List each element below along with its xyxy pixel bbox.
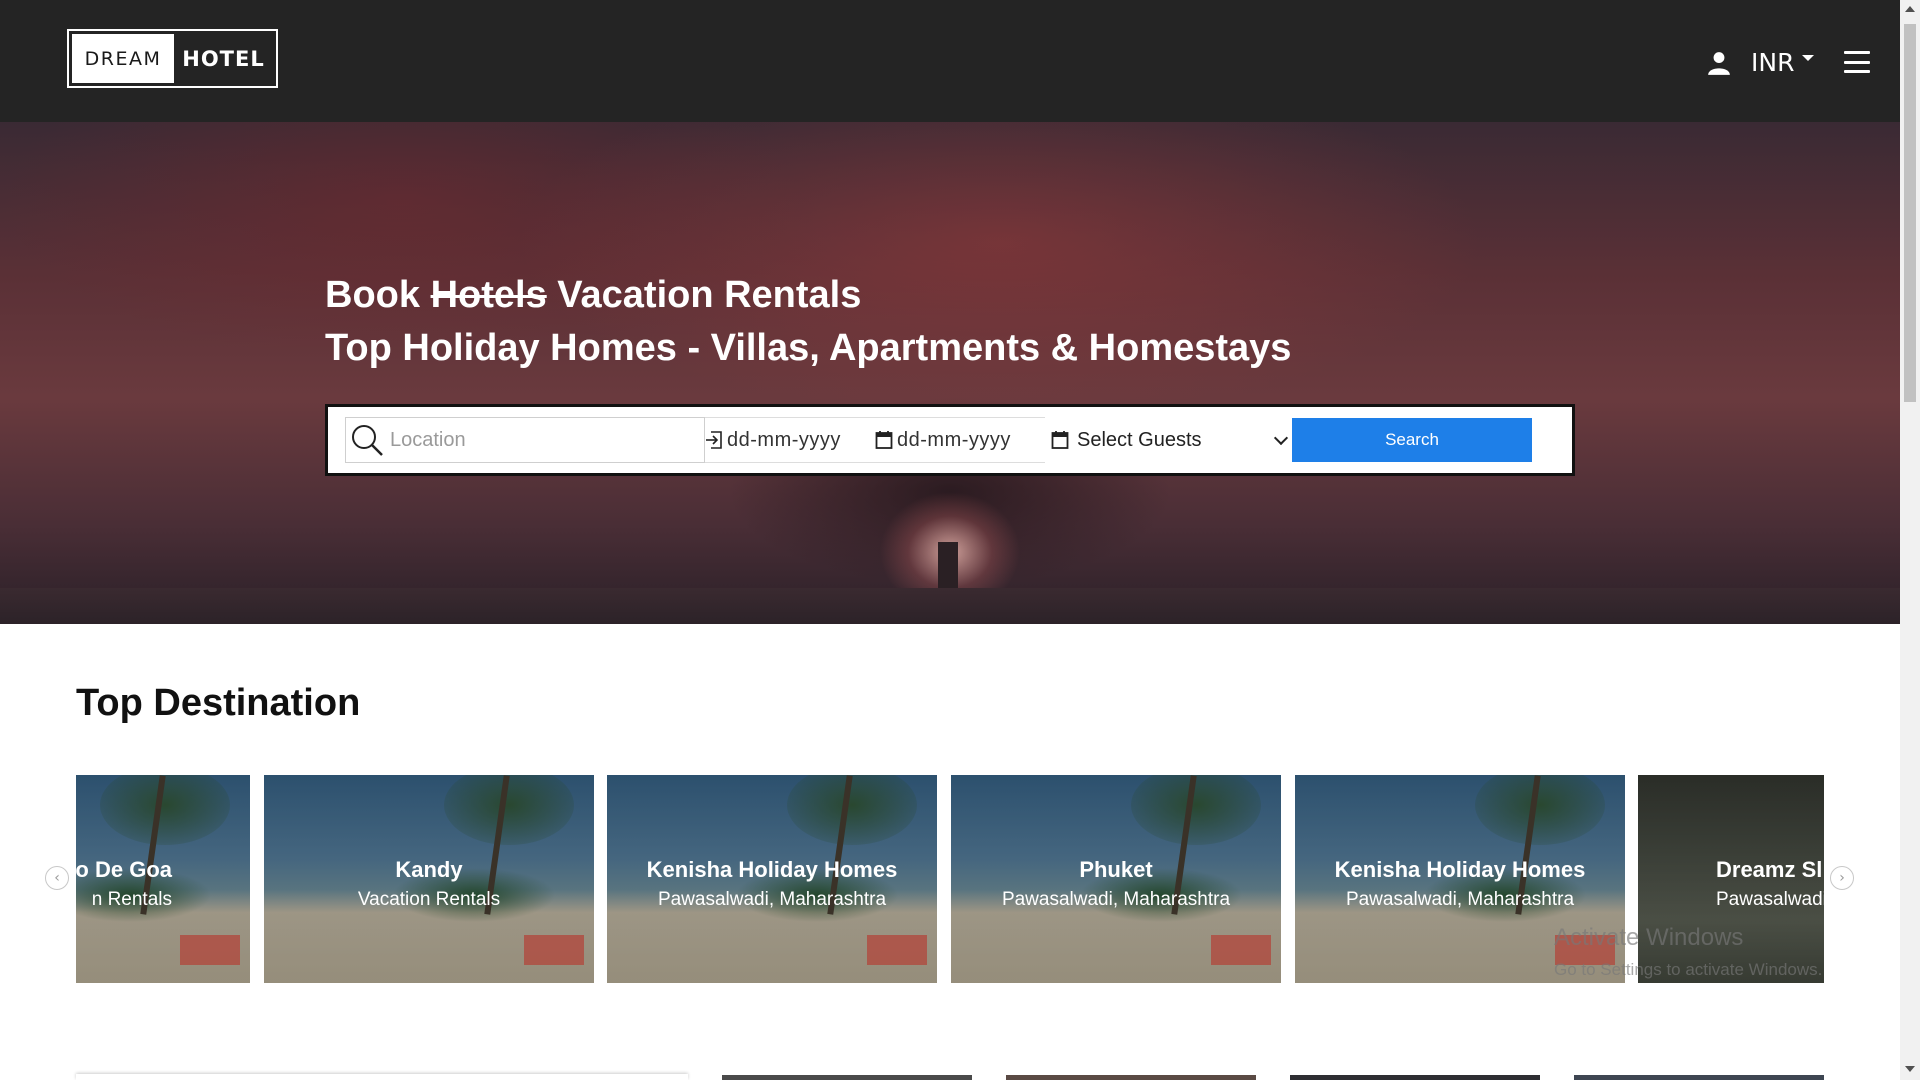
chevron-right-icon[interactable]: › — [1830, 866, 1854, 890]
logo-dream-text: DREAM — [72, 34, 174, 83]
checkout-date-field[interactable]: dd-mm-yyyy — [875, 417, 1045, 463]
chevron-left-icon[interactable]: ‹ — [45, 866, 69, 890]
destination-card-subtitle: n Rentals — [91, 889, 172, 910]
guests-select-value: Select Guests — [1077, 428, 1202, 451]
location-field[interactable] — [345, 417, 705, 463]
bottom-card — [1290, 1075, 1540, 1080]
search-form: dd-mm-yyyy dd-mm-yyyy Select Guests Sear… — [325, 404, 1575, 476]
destination-card-subtitle: Pawasalwadi, Maharashtra — [1001, 889, 1231, 910]
hero-title-book: Book — [325, 274, 420, 316]
destination-card-subtitle: Pawasalwadi, M — [1716, 889, 1824, 910]
activate-windows-title: Activate Windows — [1554, 924, 1744, 951]
destination-card-title: Dreamz Sl — [1716, 857, 1823, 882]
section-title: Top Destination — [76, 682, 361, 724]
hero-title-vacation: Vacation Rentals — [557, 274, 862, 316]
checkout-date-value: dd-mm-yyyy — [897, 428, 1011, 451]
bottom-card — [1006, 1075, 1256, 1080]
bottom-card — [1574, 1075, 1824, 1080]
scrollbar-thumb[interactable] — [1904, 24, 1916, 402]
checkin-date-value: dd-mm-yyyy — [727, 428, 841, 451]
hamburger-menu-icon[interactable] — [1844, 51, 1870, 73]
destination-card-title: Phuket — [1079, 857, 1153, 882]
user-icon[interactable] — [1706, 50, 1732, 76]
currency-label: INR — [1751, 47, 1795, 77]
destination-card[interactable]: Phuket Pawasalwadi, Maharashtra — [951, 775, 1281, 983]
calendar-icon — [1051, 431, 1069, 449]
search-icon — [352, 425, 383, 456]
bottom-card — [76, 1074, 688, 1080]
destination-card-title: Kandy — [395, 857, 463, 882]
calendar-icon — [875, 431, 893, 449]
location-input[interactable] — [390, 428, 690, 452]
page-scrollbar[interactable] — [1900, 0, 1920, 1080]
hero-title-struck: Hotels — [430, 274, 547, 316]
destination-card[interactable]: o De Goa n Rentals — [76, 775, 250, 983]
site-logo[interactable]: DREAM HOTEL — [67, 29, 278, 88]
caret-down-icon — [1802, 55, 1815, 61]
login-arrow-icon — [706, 431, 722, 449]
scroll-down-arrow-icon[interactable] — [1905, 1066, 1915, 1072]
currency-dropdown[interactable]: INR — [1751, 44, 1815, 80]
destination-card-title: Kenisha Holiday Homes — [646, 857, 898, 882]
destination-card-subtitle: Pawasalwadi, Maharashtra — [1345, 889, 1575, 910]
hero-banner: Book Hotels Vacation Rentals Top Holiday… — [0, 122, 1900, 624]
hero-title: Book Hotels Vacation Rentals — [325, 274, 861, 317]
logo-hotel-text: HOTEL — [182, 46, 265, 71]
hero-ground — [0, 588, 1900, 624]
destination-card-title: o De Goa — [76, 857, 172, 882]
bottom-card — [722, 1075, 972, 1080]
destination-card[interactable]: Kandy Vacation Rentals — [264, 775, 594, 983]
destination-card-subtitle: Vacation Rentals — [357, 889, 501, 910]
destination-card-title: Kenisha Holiday Homes — [1334, 857, 1586, 882]
hero-subtitle: Top Holiday Homes - Villas, Apartments &… — [325, 327, 1292, 369]
chevron-down-icon — [1273, 430, 1289, 446]
activate-windows-subtitle: Go to Settings to activate Windows. — [1554, 960, 1823, 979]
guests-select[interactable]: Select Guests — [1045, 417, 1290, 463]
checkin-date-field[interactable]: dd-mm-yyyy — [705, 417, 875, 463]
destination-card[interactable]: Kenisha Holiday Homes Pawasalwadi, Mahar… — [607, 775, 937, 983]
top-navbar: DREAM HOTEL INR — [0, 0, 1900, 122]
scroll-up-arrow-icon[interactable] — [1905, 6, 1915, 12]
destination-card-subtitle: Pawasalwadi, Maharashtra — [657, 889, 887, 910]
search-button[interactable]: Search — [1292, 418, 1532, 462]
